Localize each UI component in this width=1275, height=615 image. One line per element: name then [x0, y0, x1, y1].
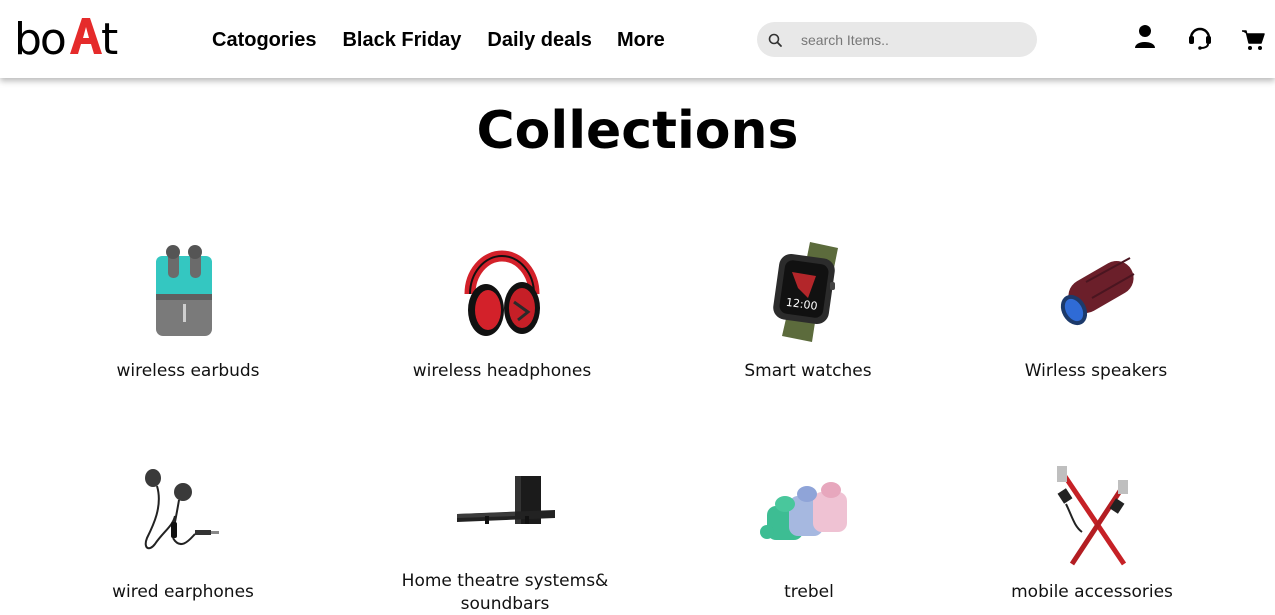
svg-text:t: t: [101, 14, 118, 62]
page-title: Collections: [476, 101, 799, 161]
cable-image: [1042, 466, 1142, 566]
collection-label: wireless earbuds: [116, 361, 260, 381]
nav-categories[interactable]: Catogories: [212, 27, 316, 53]
boat-logo[interactable]: bo t: [14, 12, 120, 62]
earbuds-image: [138, 242, 238, 342]
collection-card-smart-watches[interactable]: 12:00 Smart watches: [688, 242, 928, 387]
collection-label: wireless headphones: [412, 361, 592, 381]
speaker-image: [1046, 242, 1146, 342]
search-input[interactable]: [801, 28, 1021, 51]
collection-label: trebel: [784, 582, 834, 602]
headset-icon[interactable]: [1187, 24, 1213, 52]
soundbar-image: [455, 466, 555, 566]
collection-card-home-theatre[interactable]: Home theatre systems& soundbars: [385, 466, 625, 615]
collection-card-trebel[interactable]: trebel: [689, 466, 929, 611]
nav-black-friday[interactable]: Black Friday: [342, 27, 461, 53]
nav-more[interactable]: More: [617, 27, 665, 53]
user-icon[interactable]: [1133, 24, 1159, 52]
cart-icon[interactable]: [1241, 28, 1267, 56]
collection-card-wireless-earbuds[interactable]: wireless earbuds: [68, 242, 308, 387]
collection-label: Wirless speakers: [1024, 361, 1168, 381]
smartwatch-image: 12:00: [758, 242, 858, 342]
svg-text:bo: bo: [14, 14, 65, 62]
collection-label: wired earphones: [112, 582, 254, 602]
search-bar: [757, 22, 1037, 57]
collection-card-wireless-speakers[interactable]: Wirless speakers: [976, 242, 1216, 387]
collection-label: Home theatre systems& soundbars: [401, 571, 609, 614]
collection-card-wired-earphones[interactable]: wired earphones: [63, 466, 303, 611]
site-header: bo t Catogories Black Friday Daily deals…: [0, 0, 1275, 78]
wired-earphones-image: [133, 466, 233, 566]
nav-daily-deals[interactable]: Daily deals: [487, 27, 592, 53]
collection-card-wireless-headphones[interactable]: wireless headphones: [382, 242, 622, 387]
collection-label: mobile accessories: [1011, 582, 1173, 602]
search-icon[interactable]: [767, 32, 783, 48]
collection-card-mobile-accessories[interactable]: mobile accessories: [972, 466, 1212, 611]
main-nav: Catogories Black Friday Daily deals More: [212, 27, 665, 53]
headphones-image: [452, 242, 552, 342]
collection-label: Smart watches: [744, 361, 872, 381]
trebel-earbuds-image: [759, 466, 859, 566]
